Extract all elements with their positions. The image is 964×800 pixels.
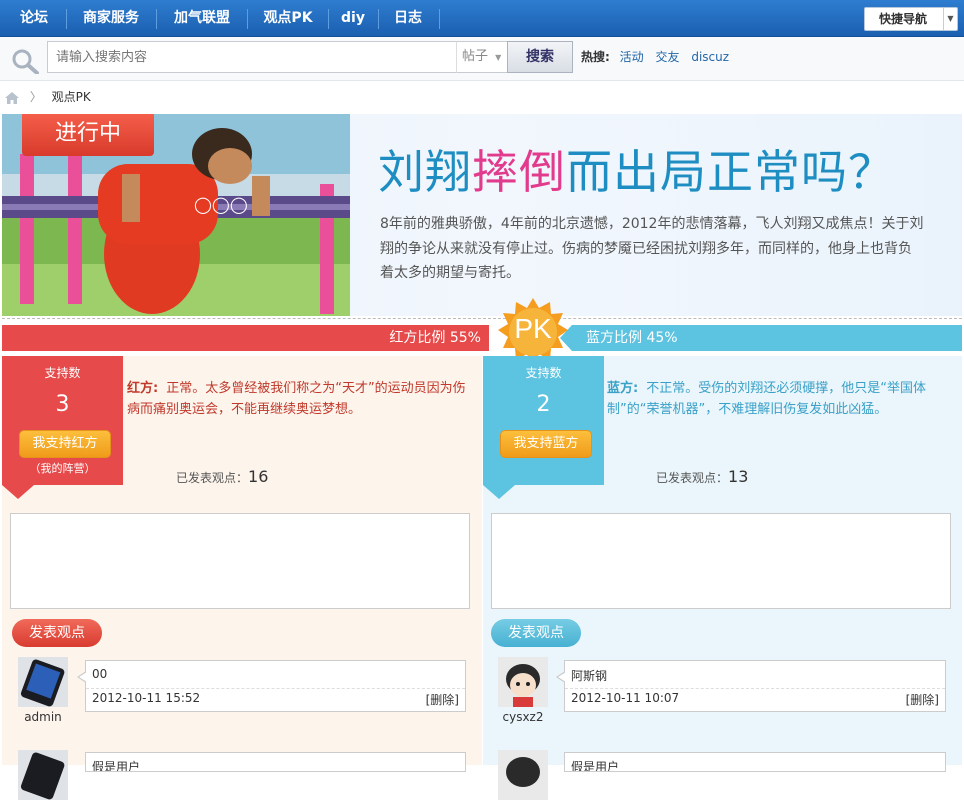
home-icon[interactable] (4, 91, 20, 105)
hot-link-discuz[interactable]: discuz (691, 50, 729, 64)
comment-box: 阿斯钢 2012-10-11 10:07 [删除] (556, 660, 946, 712)
comment-divider (86, 688, 465, 689)
delete-comment-link[interactable]: [删除] (906, 691, 939, 708)
comment-time: 2012-10-11 10:07 (571, 691, 680, 705)
red-posted-label: 已发表观点： (176, 471, 249, 485)
comment-divider (565, 688, 945, 689)
breadcrumb-current[interactable]: 观点PK (52, 90, 91, 104)
search-button[interactable]: 搜索 (507, 41, 573, 73)
nav-item-merchant[interactable]: 商家服务 (74, 0, 148, 37)
red-support-count: 3 (55, 392, 70, 417)
comment-time: 2012-10-11 15:52 (92, 691, 201, 705)
hot-link-friends[interactable]: 交友 (655, 50, 679, 64)
avatar[interactable] (18, 750, 68, 800)
nav-separator (378, 9, 379, 29)
svg-text:◯◯◯: ◯◯◯ (194, 195, 248, 214)
support-red-button[interactable]: 我支持红方 (19, 430, 111, 458)
comment-box: 假是用户 (564, 752, 946, 772)
blue-view-text: 不正常。受伤的刘翔还必须硬撑，他只是“举国体制”的“荣誉机器”，不难理解旧伤复发… (607, 381, 926, 417)
nav-separator (156, 9, 157, 29)
comment-box: 假是用户 (85, 752, 466, 772)
banner-divider (2, 318, 962, 319)
nav-item-alliance[interactable]: 加气联盟 (164, 0, 240, 37)
blue-post-button[interactable]: 发表观点 (491, 619, 581, 647)
comment-content: 阿斯钢 (571, 669, 608, 683)
blue-view-textarea[interactable] (491, 513, 951, 609)
red-side-label: 红方: (127, 381, 159, 396)
hot-search-label: 热搜: (581, 50, 610, 64)
blue-view: 蓝方: 不正常。受伤的刘翔还必须硬撑，他只是“举国体制”的“荣誉机器”，不难理解旧… (607, 378, 945, 420)
comment-content: 假是用户 (571, 760, 620, 772)
nav-separator (66, 9, 67, 29)
red-posted-count: 已发表观点：16 (176, 467, 268, 486)
nav-separator (439, 9, 440, 29)
title-part-2: 而出局正常吗？ (566, 145, 895, 199)
red-panel-tail (2, 485, 34, 499)
red-view: 红方: 正常。太多曾经被我们称之为“天才”的运动员因为伤病而痛别奥运会，不能再继续… (127, 378, 472, 420)
blue-posted-count: 已发表观点：13 (656, 467, 748, 486)
blue-support-panel: 支持数 2 (483, 356, 604, 485)
red-posted-number: 16 (248, 467, 269, 486)
avatar[interactable] (498, 657, 548, 707)
delete-comment-link[interactable]: [删除] (426, 691, 459, 708)
avatar[interactable] (498, 750, 548, 800)
search-type-label: 帖子 (462, 49, 489, 64)
quick-nav-button[interactable]: 快捷导航 ▼ (864, 7, 958, 31)
red-view-text: 正常。太多曾经被我们称之为“天才”的运动员因为伤病而痛别奥运会，不能再继续奥运梦… (127, 381, 466, 417)
comment-username[interactable]: admin (13, 710, 73, 724)
topic-description: 8年前的雅典骄傲，4年前的北京遗憾，2012年的悲情落幕，飞人刘翔又成焦点！关于… (380, 216, 924, 281)
blue-support-count: 2 (536, 392, 551, 417)
comment-content: 假是用户 (92, 760, 141, 772)
chevron-down-icon: ▼ (943, 8, 957, 30)
comment-box: 00 2012-10-11 15:52 [删除] (77, 660, 466, 712)
avatar[interactable] (18, 657, 68, 707)
title-part-1: 刘翔 (378, 145, 472, 199)
title-highlight: 摔倒 (472, 145, 566, 199)
search-input[interactable] (47, 41, 458, 73)
comment-username[interactable]: cysxz2 (493, 710, 553, 724)
nav-item-pk[interactable]: 观点PK (254, 0, 322, 37)
comment-content: 00 (92, 667, 108, 681)
hot-search: 热搜: 活动 交友 discuz (581, 49, 737, 65)
nav-item-forum[interactable]: 论坛 (8, 0, 60, 37)
breadcrumb-separator: 〉 (29, 90, 42, 104)
hot-link-activity[interactable]: 活动 (620, 50, 644, 64)
nav-separator (328, 9, 329, 29)
pk-label: PK (514, 313, 552, 344)
nav-item-blog[interactable]: 日志 (384, 0, 432, 37)
my-camp-label: （我的阵营） (29, 462, 96, 475)
red-view-textarea[interactable] (10, 513, 470, 609)
topic-title: 刘翔摔倒而出局正常吗？ (378, 142, 895, 202)
nav-separator (247, 9, 248, 29)
blue-side-label: 蓝方: (607, 381, 639, 396)
top-nav: 论坛 商家服务 加气联盟 观点PK diy 日志 快捷导航 ▼ (0, 0, 964, 37)
blue-support-label: 支持数 (525, 366, 562, 380)
blue-posted-label: 已发表观点： (656, 471, 729, 485)
blue-panel-tail (483, 485, 515, 499)
topic-banner: ◯◯◯ 进行中 刘翔摔倒而出局正常吗？ 8年前的雅典骄傲，4年前的北京遗憾，20… (2, 114, 962, 316)
red-support-label: 支持数 (44, 366, 81, 380)
quick-nav-label: 快捷导航 (879, 12, 928, 26)
blue-ratio-bar: 蓝方比例 45% (560, 325, 962, 351)
search-icon (12, 49, 39, 74)
status-badge: 进行中 (22, 114, 154, 156)
red-ratio-bar: 红方比例 55% (2, 325, 489, 351)
search-type-select[interactable]: 帖子 ▼ (456, 41, 508, 73)
blue-posted-number: 13 (728, 467, 749, 486)
chevron-down-icon: ▼ (495, 53, 502, 62)
nav-item-diy[interactable]: diy (334, 0, 372, 37)
breadcrumb: 〉 观点PK (4, 88, 91, 105)
red-post-button[interactable]: 发表观点 (12, 619, 102, 647)
support-blue-button[interactable]: 我支持蓝方 (500, 430, 592, 458)
